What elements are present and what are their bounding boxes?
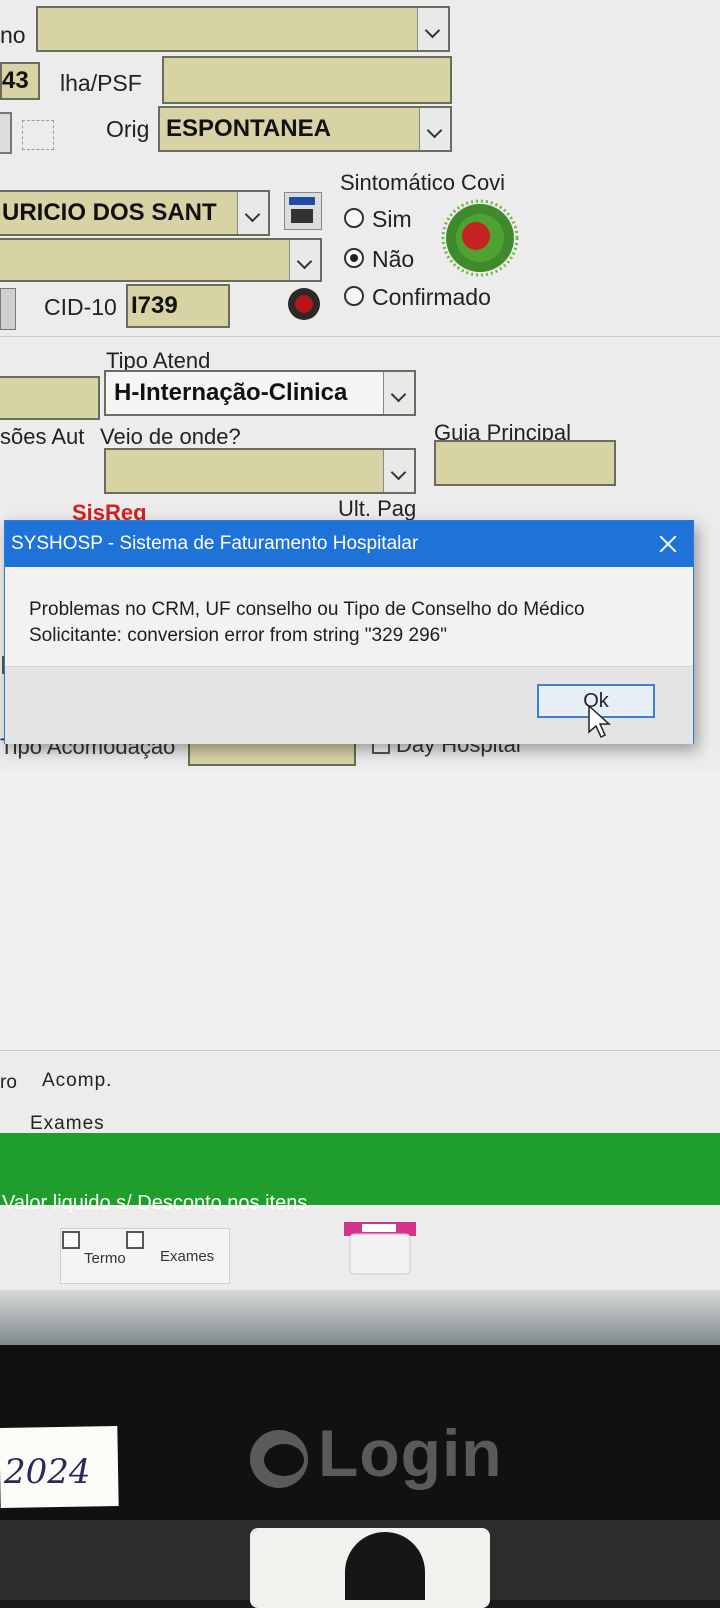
covid-title: Sintomático Covi: [340, 170, 506, 195]
counter-field[interactable]: 43: [0, 62, 40, 100]
covid-option-sim: Sim: [372, 206, 412, 232]
orig-label: Orig: [106, 116, 150, 142]
empty-grid-area: [0, 770, 720, 1050]
virus-icon: [441, 199, 519, 277]
ilha-psf-label: lha/PSF: [60, 70, 142, 96]
dialog-title-bar: SYSHOSP - Sistema de Faturamento Hospita…: [5, 521, 693, 567]
doctor-select[interactable]: URICIO DOS SANT: [0, 190, 270, 236]
cid-field[interactable]: I739: [126, 284, 230, 328]
chevron-down-icon[interactable]: [237, 192, 268, 234]
partial-button[interactable]: [0, 112, 12, 154]
termo-checkbox[interactable]: [62, 1231, 80, 1249]
error-dialog: SYSHOSP - Sistema de Faturamento Hospita…: [4, 520, 694, 744]
field1-select[interactable]: [36, 6, 450, 52]
chevron-down-icon[interactable]: [383, 372, 414, 414]
covid-radio-nao[interactable]: [344, 248, 364, 268]
sticky-note-text: 2024: [4, 1452, 91, 1492]
close-icon[interactable]: [649, 527, 685, 561]
valor-liquido-label: Valor liquido s/ Desconto nos itens: [2, 1192, 308, 1214]
chevron-down-icon[interactable]: [383, 450, 414, 492]
calendar-icon[interactable]: [22, 120, 54, 150]
termo-label: Termo: [84, 1250, 126, 1267]
chevron-down-icon[interactable]: [419, 108, 450, 150]
guia-principal-field[interactable]: [434, 440, 616, 486]
autorizacoes-label: sões Aut: [0, 424, 85, 449]
printer-icon[interactable]: [340, 1218, 420, 1278]
covid-radio-sim[interactable]: [344, 208, 364, 228]
field1-label: no: [0, 22, 26, 48]
dialog-message: Problemas no CRM, UF conselho ou Tipo de…: [29, 599, 585, 646]
veio-de-onde-label: Veio de onde?: [100, 424, 241, 449]
section-divider: [0, 336, 720, 337]
select-field-row5[interactable]: [0, 238, 322, 282]
monitor-brand: Login: [318, 1416, 503, 1490]
screen-edge: [0, 1290, 720, 1345]
chevron-down-icon[interactable]: [417, 8, 448, 50]
record-button-icon[interactable]: [286, 286, 322, 322]
covid-option-confirmado: Confirmado: [372, 284, 491, 310]
brand-logo-icon: [250, 1430, 308, 1488]
veio-de-onde-select[interactable]: [104, 448, 416, 494]
tipo-atend-select[interactable]: H-Internação-Clinica: [104, 370, 416, 416]
grid-divider: [0, 1050, 720, 1051]
chevron-down-icon[interactable]: [289, 240, 320, 280]
ilha-psf-field[interactable]: [162, 56, 452, 104]
ult-pag-label: Ult. Pag: [338, 496, 417, 521]
partial-icon-button[interactable]: [0, 288, 16, 330]
app-window: no 43 lha/PSF Orig ESPONTANEA Sintomátic…: [0, 0, 720, 1345]
exames-button-label: Exames: [160, 1248, 215, 1265]
mouse-cursor-icon: [588, 704, 611, 739]
acomp-prefix: ro: [0, 1072, 17, 1093]
acomp-tab[interactable]: Acomp.: [42, 1070, 112, 1092]
covid-radio-confirmado[interactable]: [344, 286, 364, 306]
exames-checkbox[interactable]: [126, 1231, 144, 1249]
covid-option-nao: Não: [372, 246, 415, 272]
orig-select[interactable]: ESPONTANEA: [158, 106, 452, 152]
exames-tab[interactable]: Exames: [30, 1113, 105, 1135]
field-left-row7[interactable]: [0, 376, 100, 420]
dialog-title: SYSHOSP - Sistema de Faturamento Hospita…: [11, 533, 419, 554]
search-doctor-icon[interactable]: [284, 192, 322, 230]
cid-label: CID-10: [44, 294, 117, 320]
